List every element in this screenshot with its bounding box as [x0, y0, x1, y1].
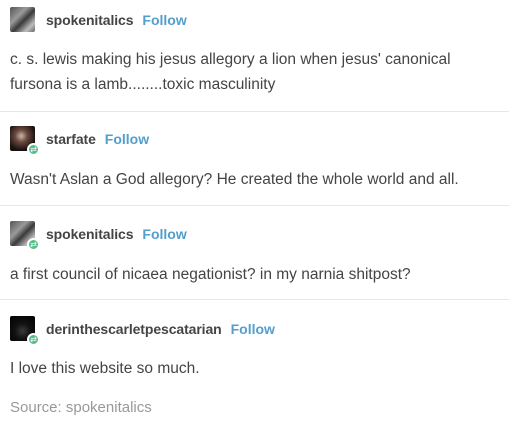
avatar[interactable]: ⇄ — [10, 316, 40, 346]
post-text: c. s. lewis making his jesus allegory a … — [10, 51, 451, 93]
reblog-icon: ⇄ — [27, 143, 40, 156]
reblog-icon: ⇄ — [27, 333, 40, 346]
divider — [0, 299, 509, 300]
post-header: ⇄ starfate Follow — [10, 126, 149, 156]
follow-button[interactable]: Follow — [231, 321, 275, 337]
post-text: Wasn't Aslan a God allegory? He created … — [10, 171, 459, 188]
post-header: ⇄ spokenitalics Follow — [10, 221, 187, 251]
post-text: I love this website so much. — [10, 360, 200, 377]
source-link[interactable]: Source: spokenitalics — [10, 399, 152, 416]
divider — [0, 111, 509, 112]
post-text: a first council of nicaea negationist? i… — [10, 266, 411, 283]
reblog-icon: ⇄ — [27, 238, 40, 251]
follow-button[interactable]: Follow — [142, 226, 186, 242]
post-header: spokenitalics Follow — [10, 7, 187, 32]
username-link[interactable]: spokenitalics — [46, 226, 134, 242]
avatar[interactable]: ⇄ — [10, 126, 40, 156]
follow-button[interactable]: Follow — [105, 131, 149, 147]
avatar[interactable]: ⇄ — [10, 221, 40, 251]
username-link[interactable]: spokenitalics — [46, 12, 134, 28]
avatar[interactable] — [10, 7, 35, 32]
username-link[interactable]: derinthescarletpescatarian — [46, 321, 222, 337]
divider — [0, 205, 509, 206]
follow-button[interactable]: Follow — [142, 12, 186, 28]
username-link[interactable]: starfate — [46, 131, 96, 147]
post-header: ⇄ derinthescarletpescatarian Follow — [10, 316, 275, 346]
